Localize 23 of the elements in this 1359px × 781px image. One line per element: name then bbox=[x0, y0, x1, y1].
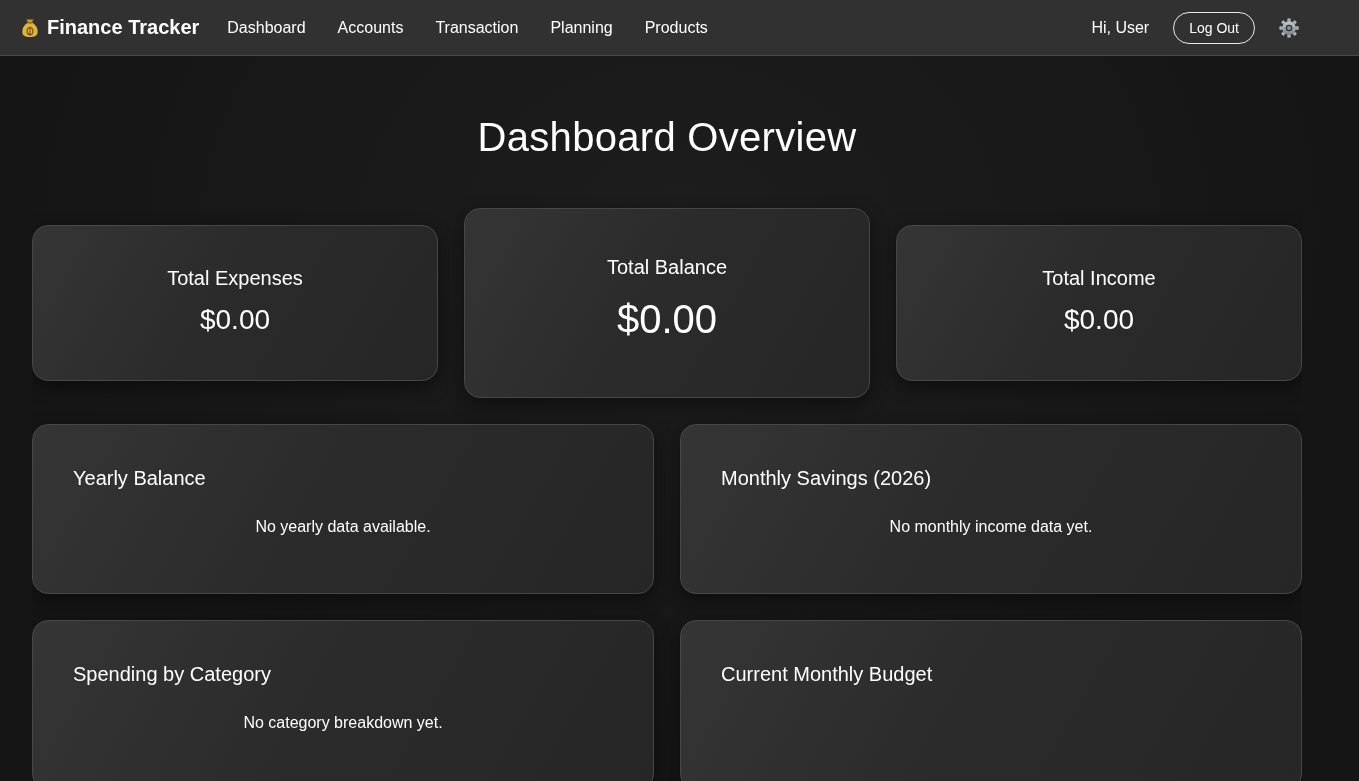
settings-icon[interactable] bbox=[1279, 17, 1299, 38]
money-bag-icon bbox=[21, 17, 39, 38]
page-title: Dashboard Overview bbox=[476, 114, 858, 160]
empty-message: No yearly data available. bbox=[254, 518, 432, 536]
nav-link[interactable]: Dashboard bbox=[227, 18, 306, 37]
greeting-text: Hi, User bbox=[1091, 18, 1150, 37]
nav-link[interactable]: Transaction bbox=[435, 18, 519, 37]
nav-link[interactable]: Products bbox=[644, 18, 708, 37]
card-title: Total Income bbox=[1042, 266, 1156, 290]
panel-title: Current Monthly Budget bbox=[721, 663, 934, 686]
nav-link[interactable]: Planning bbox=[550, 18, 613, 37]
empty-message: No category breakdown yet. bbox=[242, 714, 444, 732]
panel-title: Yearly Balance bbox=[73, 467, 207, 490]
nav-link[interactable]: Accounts bbox=[337, 18, 404, 37]
amount-text: $0.00 bbox=[199, 303, 271, 336]
amount-text: $0.00 bbox=[616, 297, 718, 342]
amount-text: $0.00 bbox=[1063, 303, 1135, 336]
card-title: Total Expenses bbox=[167, 266, 303, 290]
card-title: Total Balance bbox=[606, 256, 728, 279]
panel-title: Monthly Savings (2026) bbox=[721, 467, 933, 490]
brand-link[interactable]: Finance Tracker bbox=[21, 16, 200, 39]
empty-message: No monthly income data yet. bbox=[888, 518, 1094, 536]
panel-title: Spending by Category bbox=[73, 663, 272, 686]
